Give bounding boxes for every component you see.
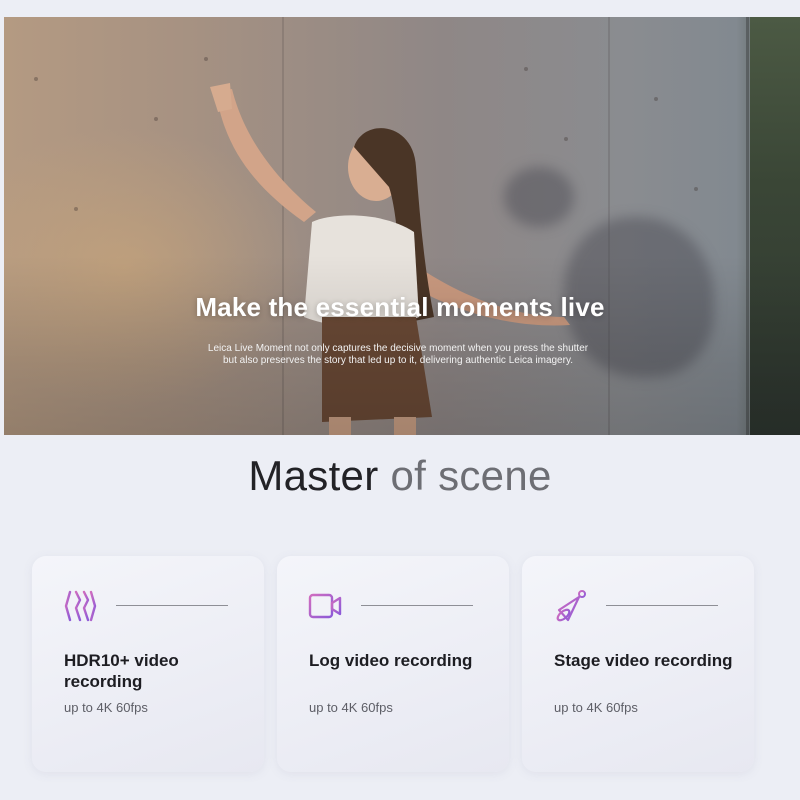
hdr-waves-icon [64, 590, 97, 622]
feature-title: HDR10+ video recording [64, 651, 179, 691]
hero-banner [4, 17, 800, 435]
card-divider [116, 605, 228, 606]
feature-subtitle: up to 4K 60fps [309, 700, 393, 715]
card-divider [361, 605, 473, 606]
feature-card-hdr: HDR10+ video recording up to 4K 60fps [32, 556, 264, 772]
feature-card-stage: Stage video recording up to 4K 60fps [522, 556, 754, 772]
card-divider [606, 605, 718, 606]
spotlight-icon [556, 590, 586, 622]
section-title: Master of scene [0, 452, 800, 500]
feature-title: Log video recording [309, 651, 473, 670]
section-title-muted: of scene [390, 452, 552, 499]
feature-subtitle: up to 4K 60fps [64, 700, 148, 715]
section-title-main: Master [248, 452, 391, 499]
feature-card-log: Log video recording up to 4K 60fps [277, 556, 509, 772]
video-camera-icon [308, 593, 342, 619]
feature-title: Stage video recording [554, 651, 733, 670]
feature-subtitle: up to 4K 60fps [554, 700, 638, 715]
hero-title: Make the essential moments live [195, 292, 605, 322]
hero-description: Leica Live Moment not only captures the … [207, 343, 589, 366]
